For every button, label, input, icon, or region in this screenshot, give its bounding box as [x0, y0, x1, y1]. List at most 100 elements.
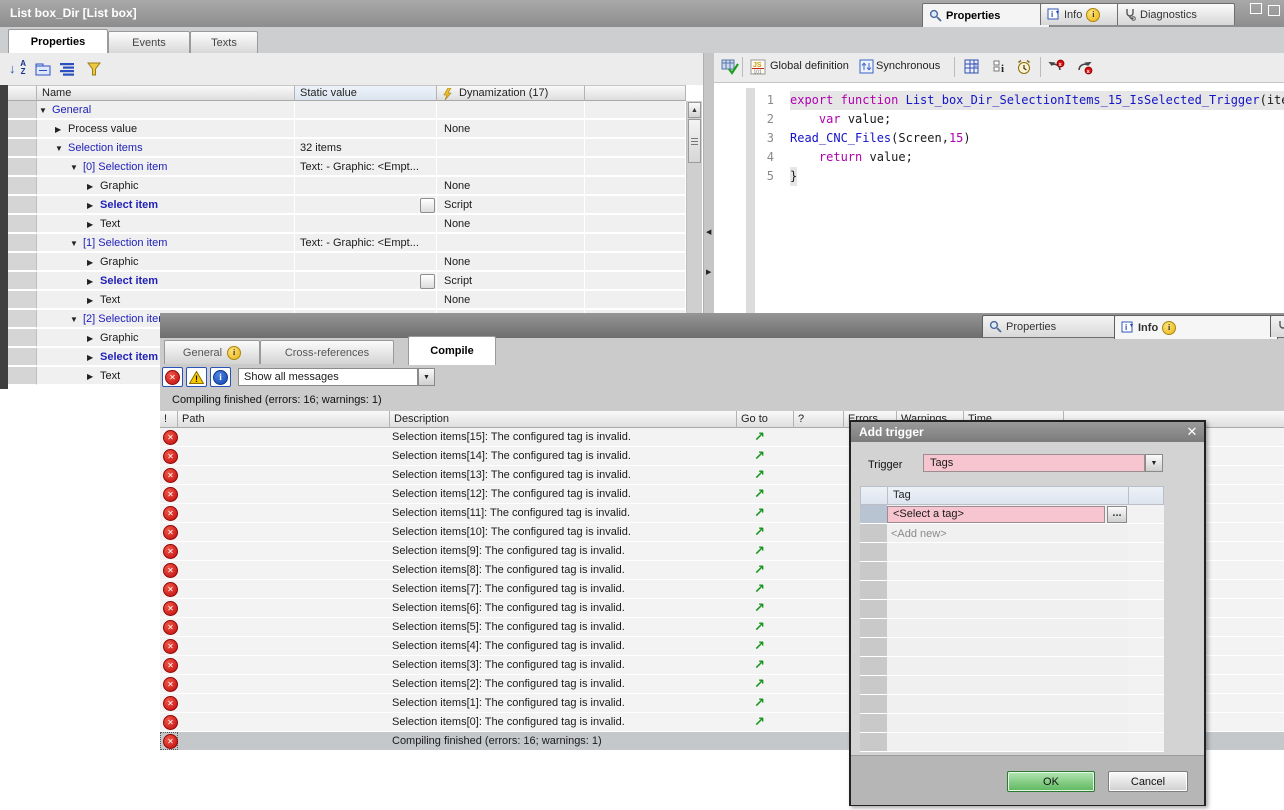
message-filter-dropdown[interactable]: Show all messages	[238, 368, 418, 386]
tab-properties[interactable]: Properties	[8, 29, 108, 54]
row-selector[interactable]	[8, 329, 37, 347]
clock-trigger-icon[interactable]	[1014, 57, 1034, 77]
tree-static-cell[interactable]	[295, 196, 437, 214]
goto-arrow-icon[interactable]: ↗	[754, 600, 765, 616]
row-selector[interactable]	[860, 543, 887, 562]
row-selector[interactable]	[8, 120, 37, 138]
tree-dyn-cell[interactable]: None	[437, 120, 585, 138]
row-selector[interactable]	[8, 367, 37, 385]
tab-cross-references[interactable]: Cross-references	[260, 340, 394, 364]
tree-row[interactable]: ▶Graphic None	[8, 177, 686, 196]
browse-tag-button[interactable]: ...	[1107, 506, 1127, 523]
tree-dyn-cell[interactable]	[437, 139, 585, 157]
tree-header-dynamization[interactable]: Dynamization (17)	[437, 85, 585, 101]
tab-diagnostics-top[interactable]: Diagnostics	[1117, 3, 1235, 25]
goto-arrow-icon[interactable]: ↗	[754, 543, 765, 559]
row-selector[interactable]	[8, 272, 37, 290]
row-selector[interactable]	[8, 101, 37, 119]
row-selector[interactable]	[860, 524, 887, 543]
tab-info-inspector[interactable]: i Info i	[1114, 315, 1278, 339]
tree-name-cell[interactable]: ▶Graphic	[37, 177, 295, 195]
js-script-icon[interactable]: JS101	[748, 57, 768, 77]
tree-row[interactable]: ▼General	[8, 101, 686, 120]
filter-errors-button[interactable]: ✕	[162, 367, 183, 387]
row-selector[interactable]	[860, 600, 887, 619]
tree-row[interactable]: ▶GraphicNone	[8, 253, 686, 272]
col-header-path[interactable]: Path	[178, 411, 390, 428]
tree-static-cell[interactable]	[295, 177, 437, 195]
ok-button[interactable]: OK	[1007, 771, 1095, 792]
tree-dyn-cell[interactable]: None	[437, 253, 585, 271]
tree-static-cell[interactable]	[295, 120, 437, 138]
synchronous-icon[interactable]	[856, 57, 876, 77]
goto-arrow-icon[interactable]: ↗	[754, 638, 765, 654]
filter-info-button[interactable]: i	[210, 367, 231, 387]
tab-info-top[interactable]: i Info i	[1040, 3, 1127, 25]
insert-table-icon[interactable]: 1	[962, 57, 982, 77]
row-selector[interactable]	[860, 505, 887, 524]
tree-row[interactable]: ▶Select item Script	[8, 196, 686, 215]
row-selector[interactable]	[8, 253, 37, 271]
tree-dyn-cell[interactable]: None	[437, 291, 585, 309]
collapse-arrow-icon[interactable]: ▼	[70, 239, 78, 248]
window-controls[interactable]	[1250, 5, 1280, 16]
code-line[interactable]: 5}	[714, 167, 1284, 186]
goto-arrow-icon[interactable]: ↗	[754, 448, 765, 464]
row-selector[interactable]	[8, 215, 37, 233]
expand-arrow-icon[interactable]: ▶	[87, 296, 93, 305]
tree-static-cell[interactable]: 32 items	[295, 139, 437, 157]
goto-arrow-icon[interactable]: ↗	[754, 429, 765, 445]
code-line[interactable]: 2 var value;	[714, 110, 1284, 129]
next-error-icon[interactable]: x	[1074, 57, 1094, 77]
tree-row[interactable]: ▶TextNone	[8, 215, 686, 234]
tab-events[interactable]: Events	[108, 31, 190, 53]
cancel-button[interactable]: Cancel	[1108, 771, 1188, 792]
embed-window-icon[interactable]	[1268, 5, 1280, 16]
row-selector[interactable]	[8, 196, 37, 214]
row-selector[interactable]	[860, 581, 887, 600]
tree-header-static-value[interactable]: Static value	[295, 85, 437, 101]
tree-row[interactable]: ▶TextNone	[8, 291, 686, 310]
tree-scrollbar[interactable]: ▲	[686, 101, 702, 313]
scrollbar-thumb[interactable]	[688, 119, 701, 163]
goto-arrow-icon[interactable]: ↗	[754, 505, 765, 521]
row-selector[interactable]	[860, 562, 887, 581]
tree-dyn-cell[interactable]	[437, 234, 585, 252]
tree-row[interactable]: ▶Process value None	[8, 120, 686, 139]
col-header-bang[interactable]: !	[160, 411, 178, 428]
row-selector[interactable]	[8, 177, 37, 195]
row-selector[interactable]	[860, 638, 887, 657]
tree-name-cell[interactable]: ▼General	[37, 101, 295, 119]
row-selector[interactable]	[860, 676, 887, 695]
previous-error-icon[interactable]: x	[1046, 57, 1066, 77]
goto-arrow-icon[interactable]: ↗	[754, 695, 765, 711]
expand-arrow-icon[interactable]: ▶	[87, 201, 93, 210]
tree-static-cell[interactable]: Text: - Graphic: <Empt...	[295, 234, 437, 252]
tree-row[interactable]: ▼[0] Selection itemText: - Graphic: <Emp…	[8, 158, 686, 177]
tab-diagnostics-inspector[interactable]	[1270, 315, 1284, 337]
code-lines[interactable]: 1export function List_box_Dir_SelectionI…	[714, 91, 1284, 311]
tree-dyn-cell[interactable]: Script	[437, 196, 585, 214]
select-tag-field[interactable]: <Select a tag>	[887, 506, 1105, 523]
tree-name-cell[interactable]: ▼[0] Selection item	[37, 158, 295, 176]
row-selector[interactable]	[860, 695, 887, 714]
tree-dyn-cell[interactable]	[437, 101, 585, 119]
expand-arrow-icon[interactable]: ▶	[87, 277, 93, 286]
tree-dyn-cell[interactable]: None	[437, 177, 585, 195]
tree-static-cell[interactable]	[295, 272, 437, 290]
collapse-arrow-icon[interactable]: ▼	[70, 163, 78, 172]
goto-arrow-icon[interactable]: ↗	[754, 562, 765, 578]
row-selector[interactable]	[8, 348, 37, 366]
list-view-icon[interactable]	[58, 59, 78, 79]
expand-folder-icon[interactable]	[33, 59, 53, 79]
tree-dyn-cell[interactable]: Script	[437, 272, 585, 290]
tree-dyn-cell[interactable]: None	[437, 215, 585, 233]
tree-name-cell[interactable]: ▶Process value	[37, 120, 295, 138]
script-checkbox[interactable]	[420, 274, 435, 289]
tree-row[interactable]: ▶Select itemScript	[8, 272, 686, 291]
tree-static-cell[interactable]	[295, 101, 437, 119]
tree-name-cell[interactable]: ▶Select item	[37, 196, 295, 214]
script-checkbox[interactable]	[420, 198, 435, 213]
tree-static-cell[interactable]	[295, 215, 437, 233]
goto-arrow-icon[interactable]: ↗	[754, 581, 765, 597]
